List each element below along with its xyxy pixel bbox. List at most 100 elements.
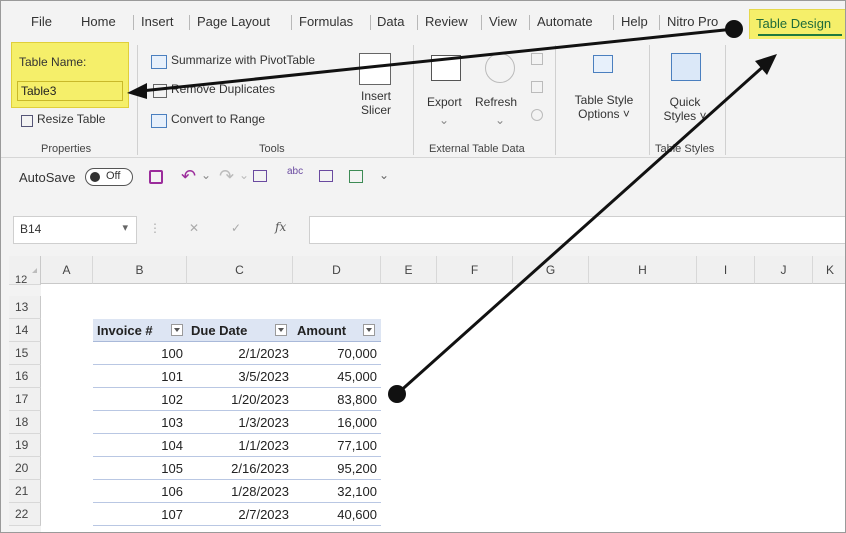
row-header-15[interactable]: 15 — [9, 342, 41, 365]
due-date-cell[interactable]: 1/28/2023 — [187, 480, 293, 503]
column-header-h[interactable]: H — [589, 256, 697, 284]
tab-formulas[interactable]: Formulas — [299, 14, 353, 29]
export-dropdown-icon[interactable]: ⌄ — [439, 113, 449, 127]
export-button[interactable]: Export — [427, 95, 462, 109]
tab-separator — [613, 15, 614, 30]
row-header-20[interactable]: 20 — [9, 457, 41, 480]
due-date-cell[interactable]: 2/1/2023 — [187, 342, 293, 365]
undo-icon[interactable]: ↶ — [181, 166, 196, 187]
invoice-cell[interactable]: 107 — [93, 503, 187, 526]
unlink-icon[interactable] — [531, 109, 543, 121]
formula-input[interactable] — [309, 216, 845, 244]
quick-styles-label-2: Styles ˅ — [663, 109, 707, 123]
remove-duplicates-button[interactable]: Remove Duplicates — [171, 82, 275, 96]
amount-cell[interactable]: 40,600 — [293, 503, 381, 526]
open-in-browser-icon[interactable] — [531, 81, 543, 93]
cancel-icon[interactable]: ✕ — [189, 221, 199, 235]
table-header-due-date[interactable]: Due Date — [187, 319, 293, 342]
row-header-17[interactable]: 17 — [9, 388, 41, 411]
filter-dropdown-icon[interactable] — [171, 324, 183, 336]
undo-dropdown-icon[interactable]: ⌄ — [201, 168, 211, 182]
amount-cell[interactable]: 45,000 — [293, 365, 381, 388]
amount-cell[interactable]: 16,000 — [293, 411, 381, 434]
column-header-c[interactable]: C — [187, 256, 293, 284]
column-header-k[interactable]: K — [813, 256, 845, 284]
row-header-13[interactable]: 13 — [9, 296, 41, 319]
refresh-dropdown-icon[interactable]: ⌄ — [495, 113, 505, 127]
refresh-button[interactable]: Refresh — [475, 95, 517, 109]
column-header-e[interactable]: E — [381, 256, 437, 284]
invoice-cell[interactable]: 102 — [93, 388, 187, 411]
filter-dropdown-icon[interactable] — [275, 324, 287, 336]
due-date-cell[interactable]: 2/7/2023 — [187, 503, 293, 526]
insert-function-icon[interactable]: fx — [275, 220, 286, 234]
column-header-d[interactable]: D — [293, 256, 381, 284]
row-header-22[interactable]: 22 — [9, 503, 41, 526]
convert-to-range-button[interactable]: Convert to Range — [171, 112, 265, 126]
tab-page-layout[interactable]: Page Layout — [197, 14, 270, 29]
invoice-cell[interactable]: 101 — [93, 365, 187, 388]
column-header-i[interactable]: I — [697, 256, 755, 284]
filter-dropdown-icon[interactable] — [363, 324, 375, 336]
resize-table-button[interactable]: Resize Table — [37, 112, 105, 126]
redo-dropdown-icon[interactable]: ⌄ — [239, 168, 249, 182]
save-icon[interactable] — [149, 170, 163, 184]
table-icon[interactable] — [319, 170, 333, 182]
row-header-21[interactable]: 21 — [9, 480, 41, 503]
column-header-a[interactable]: A — [41, 256, 93, 284]
due-date-cell[interactable]: 2/16/2023 — [187, 457, 293, 480]
amount-cell[interactable]: 95,200 — [293, 457, 381, 480]
customize-qat-icon[interactable]: ⌄ — [379, 168, 389, 182]
tab-data[interactable]: Data — [377, 14, 404, 29]
invoice-cell[interactable]: 104 — [93, 434, 187, 457]
properties-small-icon[interactable] — [531, 53, 543, 65]
table-style-options-button[interactable]: Table Style Options ˅ — [567, 93, 641, 121]
tab-help[interactable]: Help — [621, 14, 648, 29]
row-header-16[interactable]: 16 — [9, 365, 41, 388]
quick-styles-button[interactable]: Quick Styles ˅ — [657, 95, 713, 123]
row-header-19[interactable]: 19 — [9, 434, 41, 457]
table-header-invoice-label: Invoice # — [97, 323, 153, 338]
tab-insert[interactable]: Insert — [141, 14, 174, 29]
invoice-cell[interactable]: 103 — [93, 411, 187, 434]
invoice-cell[interactable]: 100 — [93, 342, 187, 365]
redo-icon[interactable]: ↷ — [219, 166, 234, 187]
name-box[interactable]: B14 ▾ — [13, 216, 137, 244]
invoice-cell[interactable]: 105 — [93, 457, 187, 480]
ribbon-tab-bar: File Home Insert Page Layout Formulas Da… — [1, 1, 845, 39]
enter-icon[interactable]: ✓ — [231, 221, 241, 235]
tab-automate[interactable]: Automate — [537, 14, 593, 29]
column-header-f[interactable]: F — [437, 256, 513, 284]
due-date-cell[interactable]: 1/3/2023 — [187, 411, 293, 434]
format-painter-icon[interactable] — [253, 170, 267, 182]
print-preview-icon[interactable] — [349, 170, 363, 183]
row-header-18[interactable]: 18 — [9, 411, 41, 434]
tab-review[interactable]: Review — [425, 14, 468, 29]
column-header-b[interactable]: B — [93, 256, 187, 284]
name-box-dropdown-icon[interactable]: ▾ — [122, 221, 128, 234]
due-date-cell[interactable]: 1/1/2023 — [187, 434, 293, 457]
insert-slicer-button[interactable]: Insert Slicer — [351, 89, 401, 117]
row-header-14[interactable]: 14 — [9, 319, 41, 342]
due-date-cell[interactable]: 1/20/2023 — [187, 388, 293, 411]
tab-nitro-pro[interactable]: Nitro Pro — [667, 14, 718, 29]
row-header-12[interactable]: 12 — [9, 273, 41, 286]
amount-cell[interactable]: 32,100 — [293, 480, 381, 503]
column-header-j[interactable]: J — [755, 256, 813, 284]
spelling-icon[interactable]: abc — [287, 166, 303, 177]
formula-bar: B14 ▾ ⋮ ✕ ✓ fx — [1, 212, 845, 246]
tab-home[interactable]: Home — [81, 14, 116, 29]
tab-view[interactable]: View — [489, 14, 517, 29]
amount-cell[interactable]: 70,000 — [293, 342, 381, 365]
table-header-invoice[interactable]: Invoice # — [93, 319, 187, 342]
amount-cell[interactable]: 77,100 — [293, 434, 381, 457]
due-date-cell[interactable]: 3/5/2023 — [187, 365, 293, 388]
column-header-g[interactable]: G — [513, 256, 589, 284]
autosave-toggle[interactable]: Off — [85, 168, 133, 186]
amount-cell[interactable]: 83,800 — [293, 388, 381, 411]
table-name-input[interactable]: Table3 — [17, 81, 123, 101]
summarize-pivottable-button[interactable]: Summarize with PivotTable — [171, 53, 315, 67]
invoice-cell[interactable]: 106 — [93, 480, 187, 503]
tab-file[interactable]: File — [31, 14, 52, 29]
table-header-amount[interactable]: Amount — [293, 319, 381, 342]
